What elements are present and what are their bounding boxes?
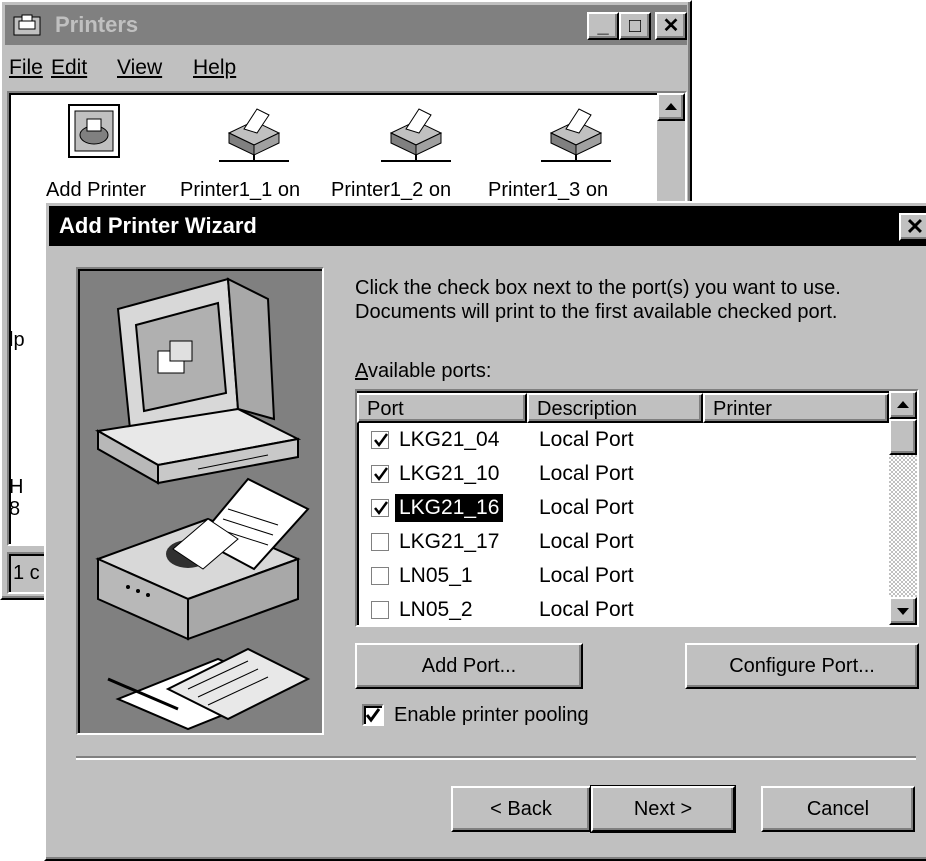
close-button[interactable]: ✕ xyxy=(655,12,687,40)
menu-file[interactable]: File xyxy=(9,48,43,88)
scroll-thumb[interactable] xyxy=(889,419,917,455)
port-checkbox[interactable] xyxy=(371,601,389,619)
port-row[interactable]: LN05_2 Local Port xyxy=(361,593,891,627)
port-name: LKG21_04 xyxy=(399,428,500,451)
enable-pooling-checkbox[interactable] xyxy=(362,704,384,726)
port-checkbox[interactable] xyxy=(371,465,389,483)
cancel-button[interactable]: Cancel xyxy=(761,786,915,832)
port-checkbox[interactable] xyxy=(371,533,389,551)
back-button[interactable]: < Back xyxy=(451,786,591,832)
port-description: Local Port xyxy=(539,496,634,519)
checkmark-icon xyxy=(374,467,389,482)
scroll-down-button[interactable] xyxy=(889,597,917,625)
port-checkbox[interactable] xyxy=(371,499,389,517)
partial-label: 8 xyxy=(9,498,21,520)
menu-edit[interactable]: Edit xyxy=(51,48,87,88)
port-description: Local Port xyxy=(539,428,634,451)
available-ports-label: Available ports: xyxy=(355,360,492,382)
scroll-up-button[interactable] xyxy=(657,93,685,121)
printers-title: Printers xyxy=(55,12,139,37)
network-printer-icon[interactable] xyxy=(361,103,471,163)
wizard-instructions-line2: Documents will print to the first availa… xyxy=(355,301,838,323)
port-row[interactable]: LKG21_10 Local Port xyxy=(361,457,891,491)
icon-label-printer1-2[interactable]: Printer1_2 on xyxy=(331,179,451,202)
port-description: Local Port xyxy=(539,564,634,587)
port-row[interactable]: LKG21_17 Local Port xyxy=(361,525,891,559)
checkmark-icon xyxy=(374,433,389,448)
maximize-button[interactable]: □ xyxy=(619,12,651,40)
add-printer-wizard: Add Printer Wizard ✕ Click the check box… xyxy=(44,201,926,861)
scroll-up-arrow-icon xyxy=(665,103,677,110)
port-checkbox[interactable] xyxy=(371,431,389,449)
printers-folder-icon xyxy=(13,14,41,36)
printers-titlebar[interactable]: Printers _ □ ✕ xyxy=(5,5,687,45)
menu-help[interactable]: Help xyxy=(193,48,236,88)
add-printer-icon[interactable] xyxy=(39,103,149,163)
add-port-button[interactable]: Add Port... xyxy=(355,643,583,689)
wizard-illustration xyxy=(76,267,324,735)
computer-printer-illustration xyxy=(95,277,311,731)
menu-view[interactable]: View xyxy=(117,48,162,88)
checkmark-icon xyxy=(374,501,389,516)
wizard-title: Add Printer Wizard xyxy=(59,213,257,238)
port-name: LN05_1 xyxy=(399,564,473,587)
port-name: LN05_2 xyxy=(399,598,473,621)
port-row[interactable]: LKG21_16 Local Port xyxy=(361,491,891,525)
port-row[interactable]: LN05_1 Local Port xyxy=(361,559,891,593)
scroll-down-arrow-icon xyxy=(897,608,909,615)
column-header-printer[interactable]: Printer xyxy=(703,393,889,423)
port-name: LKG21_10 xyxy=(399,462,500,485)
network-printer-icon[interactable] xyxy=(521,103,631,163)
port-description: Local Port xyxy=(539,598,634,621)
icon-label-add-printer[interactable]: Add Printer xyxy=(46,179,146,202)
port-description: Local Port xyxy=(539,530,634,553)
partial-label: lp xyxy=(9,329,25,351)
menubar: File Edit View Help xyxy=(5,48,687,88)
icon-label-printer1-3[interactable]: Printer1_3 on xyxy=(488,179,608,202)
scroll-up-arrow-icon xyxy=(897,401,909,408)
port-name: LKG21_16 xyxy=(395,494,504,522)
configure-port-button[interactable]: Configure Port... xyxy=(685,643,919,689)
partial-label: H xyxy=(9,476,24,498)
port-checkbox[interactable] xyxy=(371,567,389,585)
port-description: Local Port xyxy=(539,462,634,485)
port-name: LKG21_17 xyxy=(399,530,500,553)
next-button[interactable]: Next > xyxy=(590,785,736,833)
icon-label-printer1-1[interactable]: Printer1_1 on xyxy=(180,179,300,202)
enable-pooling-label[interactable]: Enable printer pooling xyxy=(394,703,589,727)
wizard-close-button[interactable]: ✕ xyxy=(899,213,926,241)
column-header-port[interactable]: Port xyxy=(357,393,527,423)
wizard-titlebar[interactable]: Add Printer Wizard ✕ xyxy=(49,206,926,246)
network-printer-icon[interactable] xyxy=(199,103,309,163)
checkmark-icon xyxy=(365,708,381,723)
column-header-description[interactable]: Description xyxy=(527,393,703,423)
separator xyxy=(76,756,916,760)
scroll-up-button[interactable] xyxy=(889,391,917,419)
port-row[interactable]: LKG21_04 Local Port xyxy=(361,423,891,457)
minimize-button[interactable]: _ xyxy=(587,12,619,40)
wizard-instructions-line1: Click the check box next to the port(s) … xyxy=(355,277,841,299)
ports-list[interactable]: Port Description Printer LKG21_04 Local P… xyxy=(355,389,919,627)
ports-list-scrollbar[interactable] xyxy=(889,391,917,625)
status-text: 1 c xyxy=(13,562,40,584)
